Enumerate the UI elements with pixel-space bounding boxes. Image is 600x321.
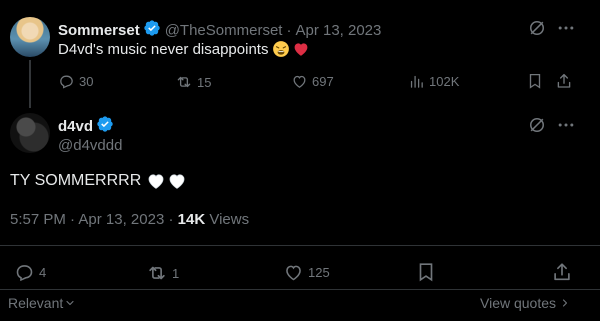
tweet-date[interactable]: Apr 13, 2023	[78, 211, 164, 228]
like-button[interactable]: 697	[291, 73, 334, 90]
more-options-icon[interactable]	[556, 115, 576, 135]
main-tweet-body: TY SOMMERRRR	[10, 171, 187, 191]
verified-badge-icon	[96, 115, 114, 138]
share-icon	[554, 263, 570, 281]
share-button[interactable]	[551, 261, 573, 283]
views-count: 102K	[429, 74, 460, 89]
separator-dot: ·	[168, 211, 174, 228]
red-heart-emoji-icon	[295, 43, 308, 56]
parent-tweet-header: Sommerset @TheSommerset · Apr 13, 2023	[58, 19, 381, 42]
reply-icon	[16, 265, 33, 282]
weary-face-emoji-icon	[273, 41, 290, 57]
display-name[interactable]: Sommerset	[58, 22, 140, 39]
reply-button[interactable]: 4	[14, 262, 46, 283]
view-quotes-link[interactable]: View quotes	[480, 295, 571, 311]
sort-replies-dropdown[interactable]: Relevant	[8, 295, 76, 311]
retweet-count: 15	[197, 74, 212, 90]
heart-icon	[286, 265, 301, 281]
reply-count: 30	[79, 74, 94, 89]
divider	[0, 289, 600, 290]
views-chart-icon	[410, 75, 423, 88]
verified-badge-icon	[143, 19, 161, 42]
reply-button[interactable]: 30	[58, 73, 93, 90]
bookmark-button[interactable]	[415, 261, 437, 283]
handle[interactable]: @d4vddd	[58, 137, 122, 154]
chevron-right-icon	[562, 299, 568, 307]
reply-icon	[60, 75, 73, 89]
views-button[interactable]: 102K	[408, 73, 459, 90]
more-options-icon[interactable]	[556, 18, 576, 38]
tweet-metadata: 5:57 PM · Apr 13, 2023 · 14K Views	[10, 211, 249, 228]
tweet-date[interactable]: Apr 13, 2023	[295, 22, 381, 39]
retweet-button[interactable]: 15	[175, 73, 211, 91]
share-button[interactable]	[555, 72, 573, 90]
thread-connector-line	[29, 60, 31, 108]
main-tweet-name-row: d4vd	[58, 115, 114, 138]
tweet-text: D4vd's music never disappoints	[58, 40, 269, 58]
tweet-time[interactable]: 5:57 PM	[10, 211, 66, 228]
bookmark-icon	[529, 73, 541, 89]
bookmark-button[interactable]	[526, 72, 544, 90]
retweet-icon	[177, 76, 191, 88]
handle[interactable]: @TheSommerset	[165, 22, 283, 39]
avatar[interactable]	[10, 113, 50, 153]
retweet-button[interactable]: 1	[146, 262, 179, 284]
like-count: 125	[308, 265, 330, 280]
separator-dot: ·	[286, 22, 292, 39]
retweet-icon	[149, 266, 165, 280]
avatar[interactable]	[10, 17, 50, 57]
reply-count: 4	[39, 265, 47, 280]
like-count: 697	[312, 74, 334, 89]
grok-icon[interactable]	[527, 115, 547, 135]
tweet-text: TY SOMMERRRR	[10, 172, 142, 189]
like-button[interactable]: 125	[283, 262, 330, 283]
views-label: Views	[209, 211, 250, 228]
views-count: 14K	[177, 211, 206, 228]
sort-label: Relevant	[8, 295, 64, 311]
parent-tweet-body: D4vd's music never disappoints	[58, 40, 310, 58]
white-heart-emoji-icon	[169, 174, 185, 189]
display-name[interactable]: d4vd	[58, 118, 93, 135]
bookmark-icon	[419, 263, 433, 282]
grok-icon[interactable]	[527, 18, 547, 38]
separator-dot: ·	[70, 211, 76, 228]
retweet-count: 1	[172, 265, 180, 281]
view-quotes-label: View quotes	[480, 295, 557, 311]
divider	[0, 245, 600, 246]
heart-icon	[293, 75, 306, 88]
share-icon	[557, 73, 571, 88]
chevron-down-icon	[66, 300, 74, 306]
white-heart-emoji-icon	[148, 174, 164, 189]
